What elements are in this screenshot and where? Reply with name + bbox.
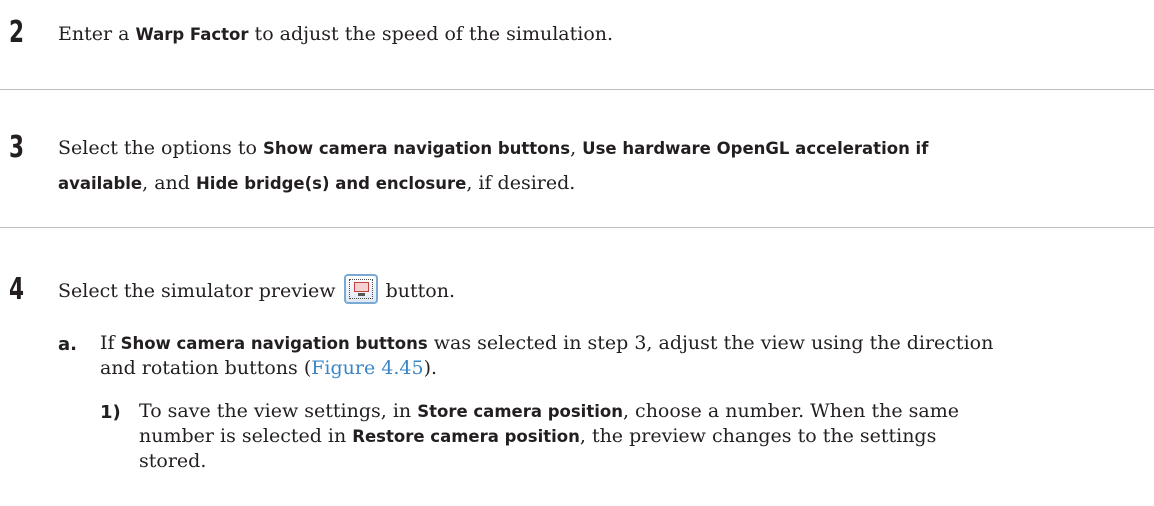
- step-text: Select the simulator preview button.: [58, 274, 455, 308]
- substep-a-label: a.: [58, 334, 77, 355]
- restore-camera-term: Restore camera position: [352, 427, 580, 446]
- figure-link[interactable]: Figure 4.45: [311, 357, 423, 379]
- substep-1-text: To save the view settings, in Store came…: [139, 400, 959, 472]
- step-number: 4: [9, 272, 25, 307]
- step-text: Enter a Warp Factor to adjust the speed …: [58, 23, 614, 45]
- simulator-preview-icon: [343, 274, 378, 304]
- substep-1-label: 1): [100, 402, 121, 423]
- show-camera-term: Show camera navigation buttons: [120, 334, 428, 353]
- divider: [0, 227, 1154, 228]
- option-show-camera: Show camera navigation buttons: [262, 139, 571, 158]
- option-hide-bridge: Hide bridge(s) and enclosure: [196, 174, 467, 193]
- store-camera-term: Store camera position: [417, 402, 623, 421]
- divider: [0, 89, 1154, 90]
- option-opengl: Use hardware OpenGL acceleration if: [582, 139, 929, 158]
- step-number: 2: [9, 15, 25, 50]
- step-text: Select the options to Show camera naviga…: [58, 137, 929, 194]
- warp-factor-term: Warp Factor: [135, 25, 249, 44]
- substep-a-text: If Show camera navigation buttons was se…: [100, 332, 994, 379]
- step-number: 3: [9, 130, 25, 165]
- option-opengl-cont: available: [58, 174, 143, 193]
